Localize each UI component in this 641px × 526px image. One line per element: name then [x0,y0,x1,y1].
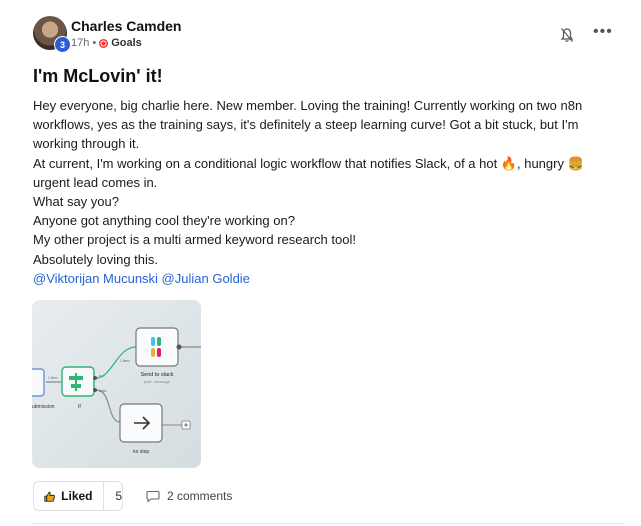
true-label: true [99,374,105,378]
comment-icon [146,490,160,503]
level-badge: 3 [54,36,71,53]
post-card: 3 Charles Camden 17h • Goals ••• I'm McL… [0,0,641,526]
goal-icon [99,38,109,48]
item-label: 1 item [120,359,130,363]
post-time: 17h [71,37,90,49]
body-paragraph: Hey everyone, big charlie here. New memb… [33,98,583,152]
body-paragraph: My other project is a multi armed keywor… [33,232,356,248]
node-submission-label: ubmission [32,404,55,410]
body-paragraph: What say you? [33,194,119,210]
attachment-image[interactable]: ubmission 1 item If true false 1 item Se… [32,300,201,468]
author-name[interactable]: Charles Camden [71,18,181,34]
body-paragraph: Anyone got anything cool they're working… [33,213,295,229]
node-nostep-label: no step [133,449,150,455]
like-divider [102,481,104,511]
body-paragraph: At current, I'm working on a conditional… [33,155,584,190]
body-paragraph: Absolutely loving this. [33,251,159,267]
item-label: 1 item [48,376,58,380]
comments-label: 2 comments [167,489,233,503]
post-divider [33,523,623,524]
more-options-icon[interactable]: ••• [593,24,613,40]
mentions-link[interactable]: @Viktorijan Mucunski @Julian Goldie [33,269,623,288]
post-body: Hey everyone, big charlie here. New memb… [33,96,623,288]
comments-link[interactable]: 2 comments [146,489,232,503]
like-label: Liked [61,489,93,503]
false-label: false [99,389,106,393]
workflow-screenshot: ubmission 1 item If true false 1 item Se… [32,300,201,468]
node-slack-label: Send to slack [140,372,173,378]
like-count[interactable]: 5 [115,489,122,503]
meta-separator: • [92,37,97,49]
thumbs-up-icon [44,491,55,502]
like-button[interactable]: Liked 5 [33,481,123,511]
category-link[interactable]: Goals [111,37,142,49]
avatar[interactable]: 3 [33,16,71,53]
bell-icon[interactable] [560,27,574,43]
post-title: I'm McLovin' it! [33,66,163,86]
post-meta: 17h • Goals [71,37,142,49]
node-slack-sublabel: post: message [144,379,171,384]
